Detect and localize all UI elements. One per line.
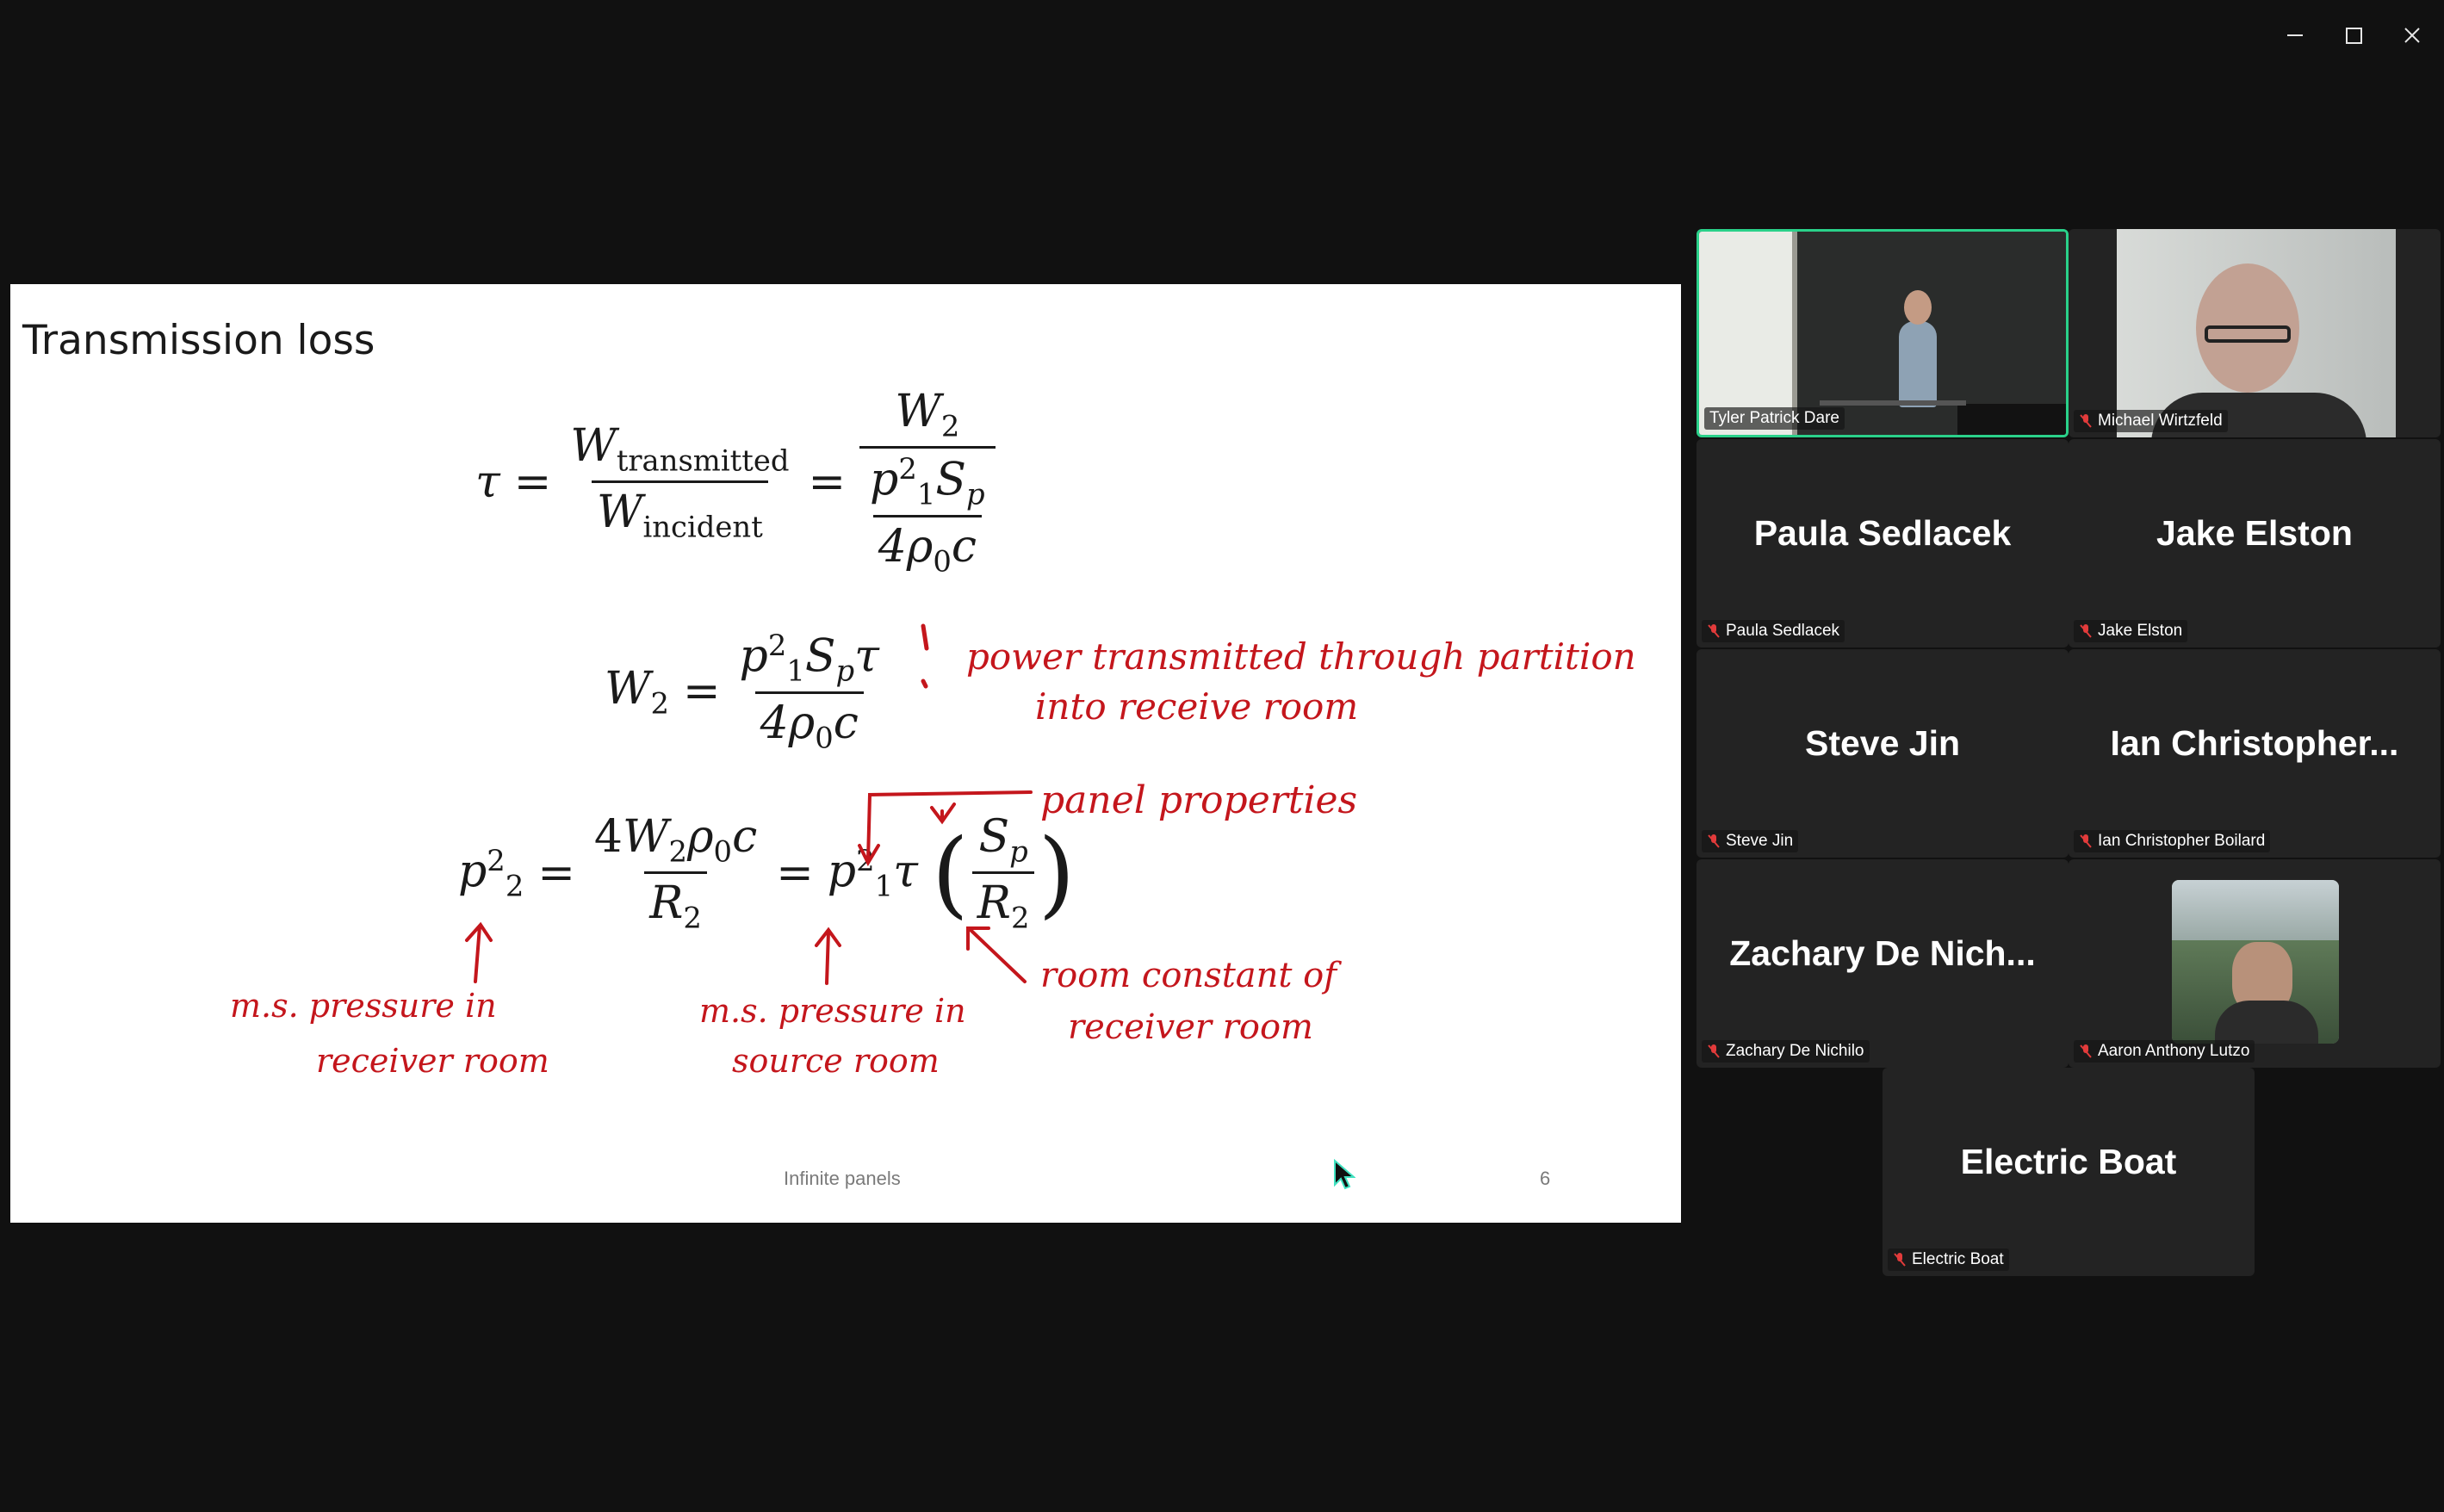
annotation-ms-source-1: m.s. pressure in (699, 992, 966, 1030)
participant-tile-electric-boat[interactable]: Electric Boat Electric Boat (1883, 1068, 2255, 1276)
muted-mic-icon (2079, 1044, 2093, 1059)
mouse-cursor-icon (1334, 1159, 1355, 1190)
annotation-ms-receiver-1: m.s. pressure in (230, 987, 497, 1025)
participant-tile-ian[interactable]: Ian Christopher... Ian Christopher Boila… (2069, 649, 2441, 858)
annotation-power: power transmitted through partition (966, 635, 1636, 678)
participant-display-name: Jake Elston (2156, 513, 2353, 553)
participant-display-name: Steve Jin (1804, 723, 1961, 763)
slide-page-number: 6 (1540, 1168, 1551, 1189)
participant-tile-steve[interactable]: Steve Jin Steve Jin (1697, 649, 2069, 858)
maximize-button[interactable] (2323, 15, 2384, 55)
minimize-icon (2287, 34, 2303, 36)
slide-footer: Infinite panels (784, 1168, 901, 1189)
participant-tile-tyler[interactable]: Tyler Patrick Dare (1697, 229, 2069, 437)
close-button[interactable] (2382, 15, 2442, 55)
participant-name-label: Paula Sedlacek (1702, 620, 1845, 642)
annotation-room-constant-1: room constant of (1040, 956, 1337, 995)
participant-name: Ian Christopher Boilard (2098, 832, 2266, 850)
participant-avatar (2172, 880, 2339, 1044)
minimize-button[interactable] (2265, 15, 2325, 55)
participant-name: Michael Wirtzfeld (2098, 412, 2223, 430)
participant-name-label: Michael Wirtzfeld (2074, 410, 2228, 432)
participant-tile-aaron[interactable]: Aaron Anthony Lutzo (2069, 859, 2441, 1068)
muted-mic-icon (2079, 833, 2093, 849)
annotation-ms-source-2: source room (732, 1042, 940, 1080)
participant-name-label: Steve Jin (1702, 830, 1799, 852)
participant-display-name: Ian Christopher... (2110, 723, 2399, 763)
shared-slide: Transmission loss τ = Wtransmitted Winci… (10, 284, 1681, 1223)
participant-display-name: Paula Sedlacek (1753, 513, 2012, 553)
participant-name: Electric Boat (1912, 1250, 2004, 1268)
muted-mic-icon (1893, 1252, 1907, 1267)
participant-name: Tyler Patrick Dare (1709, 409, 1839, 427)
participant-name: Paula Sedlacek (1726, 622, 1840, 640)
participant-name-label: Zachary De Nichilo (1702, 1040, 1870, 1063)
participant-name-label: Aaron Anthony Lutzo (2074, 1040, 2255, 1063)
participant-tile-zachary[interactable]: Zachary De Nich... Zachary De Nichilo (1697, 859, 2069, 1068)
participant-name-label: Electric Boat (1888, 1249, 2009, 1271)
muted-mic-icon (1707, 1044, 1721, 1059)
participant-tile-paula[interactable]: Paula Sedlacek Paula Sedlacek (1697, 439, 2069, 648)
participant-display-name: Zachary De Nich... (1729, 933, 2036, 973)
participant-name: Jake Elston (2098, 622, 2183, 640)
ink-arrows (465, 623, 1033, 985)
participant-tile-jake[interactable]: Jake Elston Jake Elston (2069, 439, 2441, 648)
muted-mic-icon (2079, 623, 2093, 639)
muted-mic-icon (1707, 833, 1721, 849)
muted-mic-icon (1707, 623, 1721, 639)
close-icon (2404, 28, 2420, 43)
participant-name-label: Tyler Patrick Dare (1704, 407, 1845, 430)
annotation-room-constant-2: receiver room (1068, 1007, 1313, 1047)
annotation-ms-receiver-2: receiver room (316, 1042, 549, 1080)
participant-video (1699, 232, 2066, 435)
participant-video (2117, 229, 2396, 437)
annotation-power-2: into receive room (1035, 685, 1359, 728)
maximize-icon (2345, 27, 2362, 44)
participant-name: Steve Jin (1726, 832, 1794, 850)
participant-name: Zachary De Nichilo (1726, 1042, 1864, 1060)
participant-name-label: Jake Elston (2074, 620, 2188, 642)
participant-tile-michael[interactable]: Michael Wirtzfeld (2069, 229, 2441, 437)
participant-display-name: Electric Boat (1960, 1142, 2177, 1181)
participant-name-label: Ian Christopher Boilard (2074, 830, 2271, 852)
annotation-panel-properties: panel properties (1040, 778, 1358, 822)
muted-mic-icon (2079, 413, 2093, 429)
participant-name: Aaron Anthony Lutzo (2098, 1042, 2250, 1060)
